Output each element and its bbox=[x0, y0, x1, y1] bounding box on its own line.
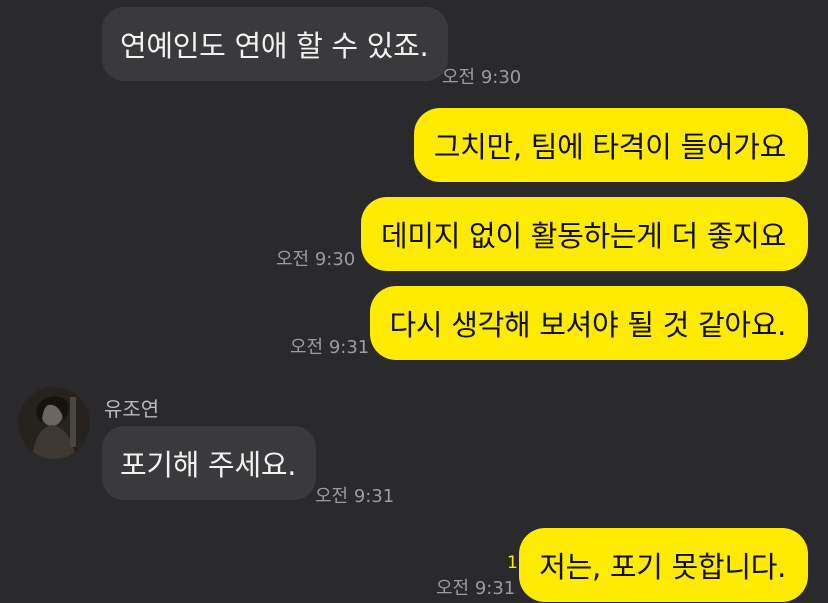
message-timestamp: 오전 9:30 bbox=[442, 67, 522, 88]
message-bubble-incoming[interactable]: 연예인도 연애 할 수 있죠. bbox=[102, 7, 449, 81]
message-bubble-outgoing[interactable]: 데미지 없이 활동하는게 더 좋지요 bbox=[361, 197, 808, 271]
message-bubble-outgoing[interactable]: 그치만, 팀에 타격이 들어가요 bbox=[413, 108, 808, 182]
contact-avatar[interactable] bbox=[18, 387, 90, 459]
message-timestamp: 오전 9:31 bbox=[436, 578, 516, 599]
message-bubble-outgoing[interactable]: 저는, 포기 못합니다. bbox=[519, 528, 808, 602]
profile-photo-icon bbox=[18, 387, 90, 459]
message-timestamp: 오전 9:30 bbox=[276, 249, 356, 270]
message-bubble-incoming[interactable]: 포기해 주세요. bbox=[102, 426, 317, 500]
unread-count: 1 bbox=[507, 553, 518, 573]
sender-name: 유조연 bbox=[104, 397, 160, 421]
message-timestamp: 오전 9:31 bbox=[290, 337, 370, 358]
message-bubble-outgoing[interactable]: 다시 생각해 보셔야 될 것 같아요. bbox=[369, 286, 808, 360]
message-timestamp: 오전 9:31 bbox=[315, 486, 395, 507]
